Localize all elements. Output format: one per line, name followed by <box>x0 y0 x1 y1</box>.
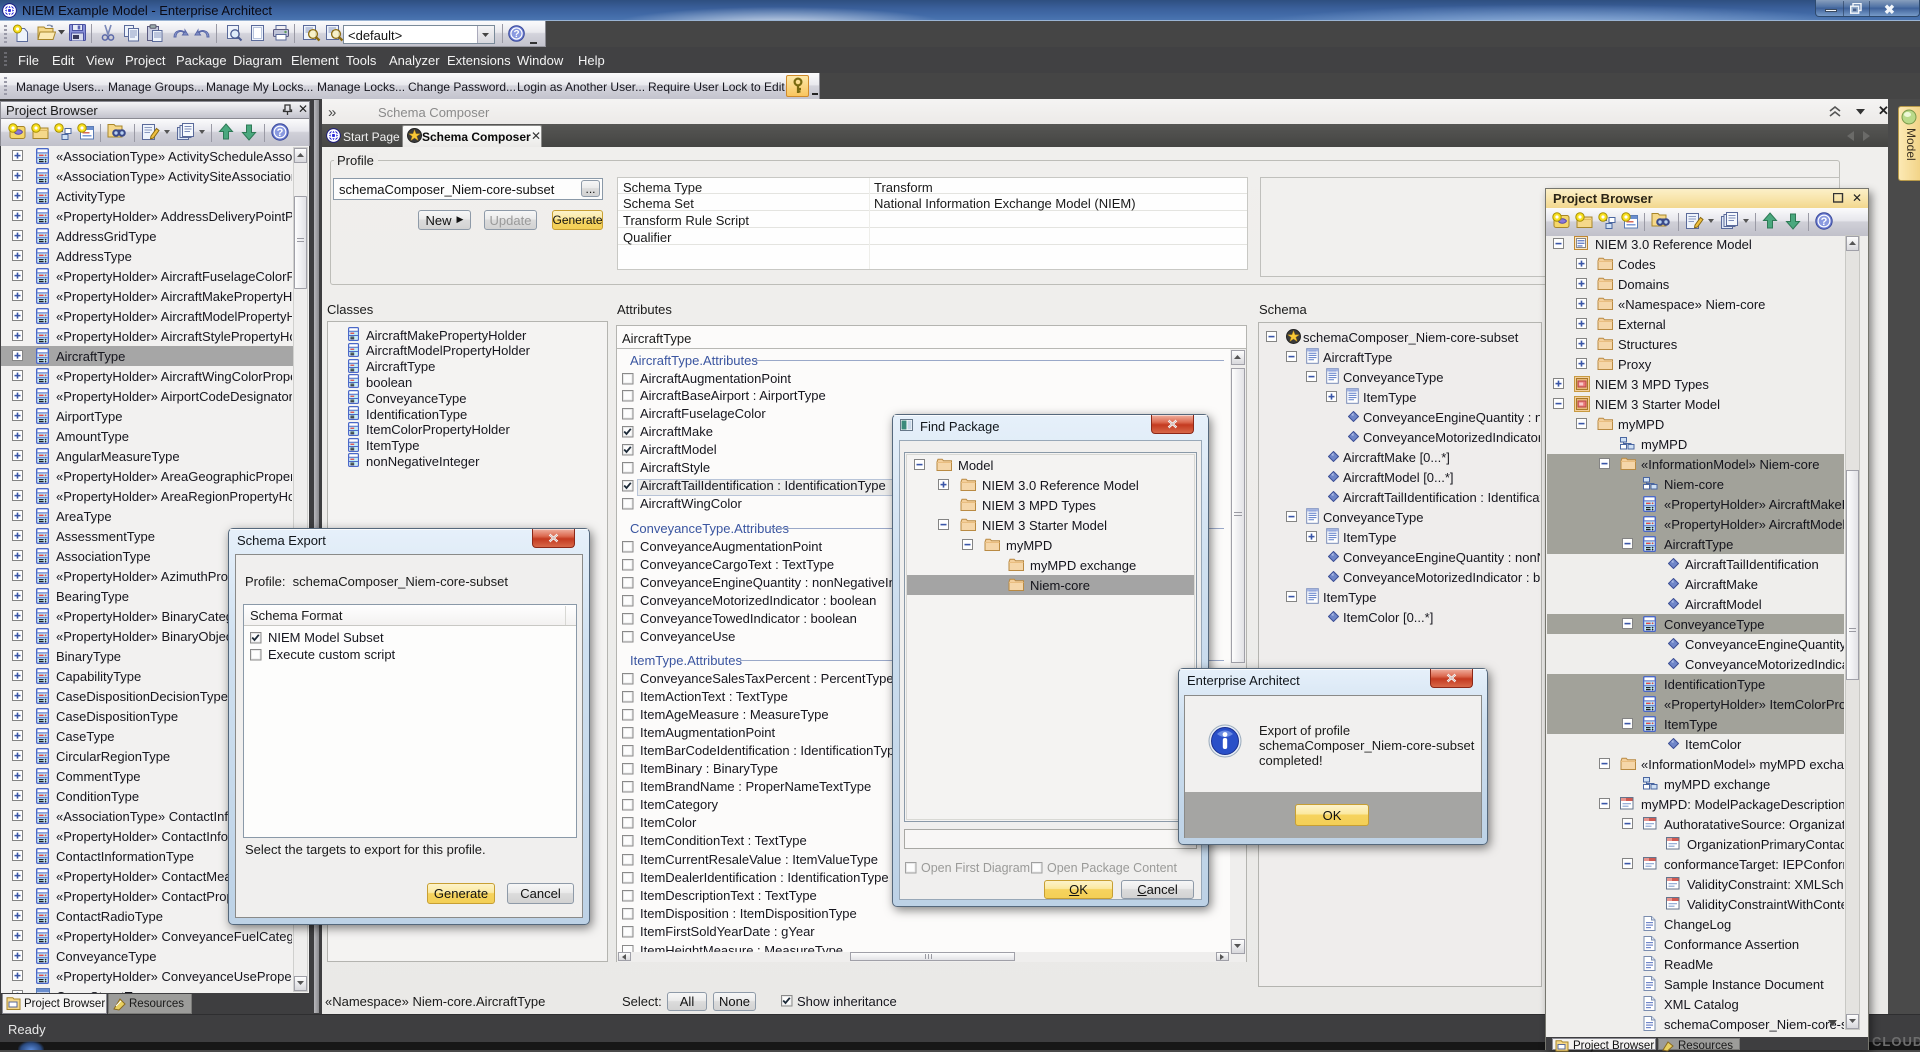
svg-text:?: ? <box>1821 216 1828 228</box>
svg-text:?: ? <box>277 127 284 139</box>
svg-text:?: ? <box>513 29 519 40</box>
